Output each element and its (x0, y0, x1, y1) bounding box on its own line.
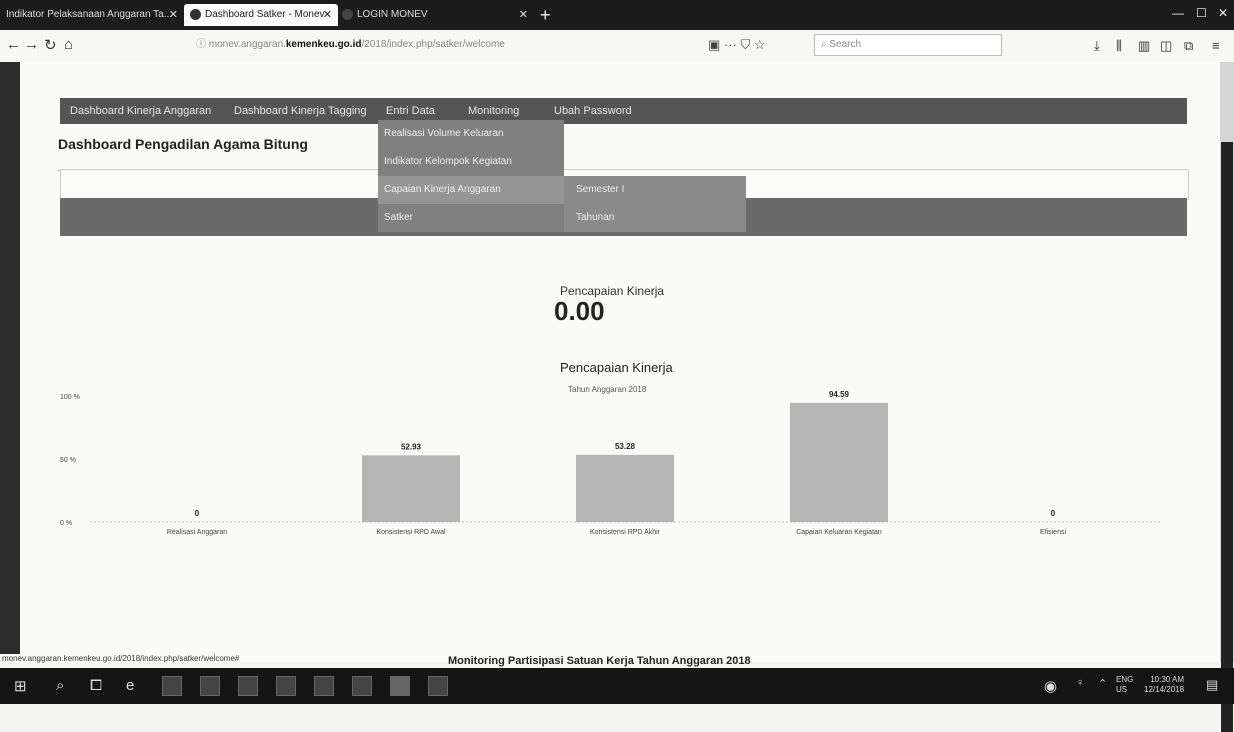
clock[interactable]: 10:30 AM 12/14/2018 (1144, 675, 1184, 695)
tab-label: LOGIN MONEV (357, 9, 428, 20)
x-category-label: Konsistensi RPD Akhir (590, 529, 661, 536)
library-icon[interactable]: ⫼ (1116, 38, 1122, 54)
search-input[interactable]: ⌕ Search (814, 34, 1002, 56)
language-indicator[interactable]: ENG US (1116, 675, 1133, 695)
y-tick-label: 0 % (60, 520, 72, 527)
new-tab-icon[interactable]: + (540, 5, 551, 26)
chart-bar[interactable] (790, 402, 888, 522)
bar-value-label: 52.93 (401, 442, 422, 451)
x-category-label: Realisasi Anggaran (167, 529, 227, 536)
status-url: monev.anggaran.kemenkeu.go.id/2018/index… (0, 654, 242, 663)
back-icon[interactable]: ← (6, 36, 21, 53)
sidebar-icon[interactable]: ▥ (1138, 38, 1150, 54)
tab-dashboard-satker[interactable]: Dashboard Satker - Monev ✕ (184, 4, 338, 26)
capaian-submenu: Semester I Tahunan (564, 176, 746, 232)
notification-icon[interactable]: ▤ (1206, 677, 1218, 693)
clock-time: 10:30 AM (1150, 675, 1185, 684)
y-tick-label: 100 % (60, 394, 80, 401)
reload-icon[interactable]: ↻ (44, 36, 57, 54)
favicon-icon (342, 8, 353, 20)
scrollbar[interactable] (1220, 62, 1234, 732)
word-icon[interactable] (238, 676, 258, 696)
bar-value-label: 0 (195, 509, 200, 518)
footer-title: Monitoring Partisipasi Satuan Kerja Tahu… (448, 655, 751, 667)
task-view-icon[interactable]: ⧠ (90, 677, 102, 694)
search-placeholder: Search (829, 39, 862, 50)
edge-icon[interactable]: e (126, 677, 134, 694)
home-icon[interactable]: ⌂ (64, 36, 73, 53)
scrollbar-thumb[interactable] (1221, 142, 1233, 732)
browser-nav-bar: ← → ↻ ⌂ ⓘ monev.anggaran.kemenkeu.go.id/… (0, 30, 1234, 63)
url-prefix: monev.anggaran. (208, 39, 286, 50)
bar-value-label: 94.59 (829, 390, 850, 399)
minimize-icon[interactable]: — (1172, 6, 1184, 20)
close-icon[interactable]: ✕ (519, 4, 528, 26)
lang-sub-label: US (1116, 685, 1128, 694)
dropdown-item-realisasi[interactable]: Realisasi Volume Keluaran (378, 120, 564, 148)
media-icon[interactable] (314, 676, 334, 696)
maximize-icon[interactable]: ☐ (1196, 6, 1207, 20)
dropdown-item-indikator[interactable]: Indikator Kelompok Kegiatan (378, 148, 564, 176)
chart-bar[interactable] (362, 455, 460, 522)
bar-chart: 100 % 50 % 0 % 0 Realisasi Anggaran 52.93 Kons… (60, 390, 1160, 536)
bar-value-label: 0 (1051, 509, 1056, 518)
left-edge (0, 62, 20, 662)
address-bar[interactable]: ⓘ monev.anggaran.kemenkeu.go.id/2018/ind… (196, 34, 700, 56)
store-icon[interactable] (162, 676, 182, 696)
app2-icon[interactable] (428, 676, 448, 696)
tab-label: Indikator Pelaksanaan Anggaran Ta... (6, 9, 173, 20)
bar-value-label: 53.28 (615, 442, 636, 451)
close-icon[interactable]: ✕ (323, 4, 332, 26)
screenshot-icon[interactable]: ⧉ (1184, 38, 1193, 54)
entri-data-dropdown: Realisasi Volume Keluaran Indikator Kelo… (378, 120, 564, 232)
browser-tab-bar: Indikator Pelaksanaan Anggaran Ta... ✕ D… (0, 0, 1234, 30)
x-category-label: Efisiensi (1040, 529, 1067, 536)
excel-icon[interactable] (276, 676, 296, 696)
globe-icon (190, 8, 201, 20)
close-icon[interactable]: ✕ (169, 4, 178, 26)
taskbar: ⊞ ⌕ ⧠ e ◉ ♀ ⌃ ENG US 10:30 AM 12/14/2018… (0, 668, 1234, 704)
x-category-label: Capaian Keluaran Kegiatan (796, 529, 882, 536)
submenu-item-semester[interactable]: Semester I (564, 176, 746, 204)
firefox-icon[interactable] (390, 676, 410, 696)
submenu-item-tahunan[interactable]: Tahunan (564, 204, 746, 232)
info-icon[interactable]: ⓘ (196, 39, 209, 50)
download-icon[interactable]: ⤓ (1094, 38, 1100, 54)
y-tick-label: 50 % (60, 457, 76, 464)
clock-date: 12/14/2018 (1144, 685, 1185, 694)
dropdown-item-satker[interactable]: Satker (378, 204, 564, 232)
x-category-label: Konsistensi RPD Awal (376, 529, 446, 536)
files-icon[interactable] (352, 676, 372, 696)
dropdown-item-capaian[interactable]: Capaian Kinerja Anggaran (378, 176, 564, 204)
person-icon[interactable]: ♀ (1076, 677, 1084, 689)
page-actions-label: ··· ⛉ ☆ (723, 37, 766, 52)
menu-icon[interactable]: ≡ (1212, 38, 1220, 53)
lang-label: ENG (1116, 675, 1134, 684)
url-host: kemenkeu.go.id (285, 39, 362, 50)
tab-indikator[interactable]: Indikator Pelaksanaan Anggaran Ta... ✕ (0, 4, 184, 26)
network-icon[interactable]: ◉ (1044, 677, 1057, 695)
taskbar-search-icon[interactable]: ⌕ (56, 677, 64, 694)
page-actions[interactable]: ▣ ··· ⛉ ☆ (708, 34, 808, 56)
reader-icon[interactable]: ▣ (708, 37, 724, 52)
chart-bar[interactable] (576, 454, 674, 522)
reader-view-icon[interactable]: ◫ (1160, 38, 1172, 54)
tray-up-icon[interactable]: ⌃ (1098, 677, 1107, 690)
url-path: /2018/index.php/satker/welcome (361, 39, 505, 50)
forward-icon[interactable]: → (24, 36, 39, 53)
app-icon[interactable] (200, 676, 220, 696)
windows-start-icon[interactable]: ⊞ (14, 677, 27, 695)
page-content: Dashboard Kinerja Anggaran Dashboard Kin… (20, 62, 1220, 667)
window-close-icon[interactable]: ✕ (1218, 6, 1228, 20)
tab-label: Dashboard Satker - Monev (205, 9, 325, 20)
tab-login-monev[interactable]: LOGIN MONEV ✕ (336, 4, 534, 26)
